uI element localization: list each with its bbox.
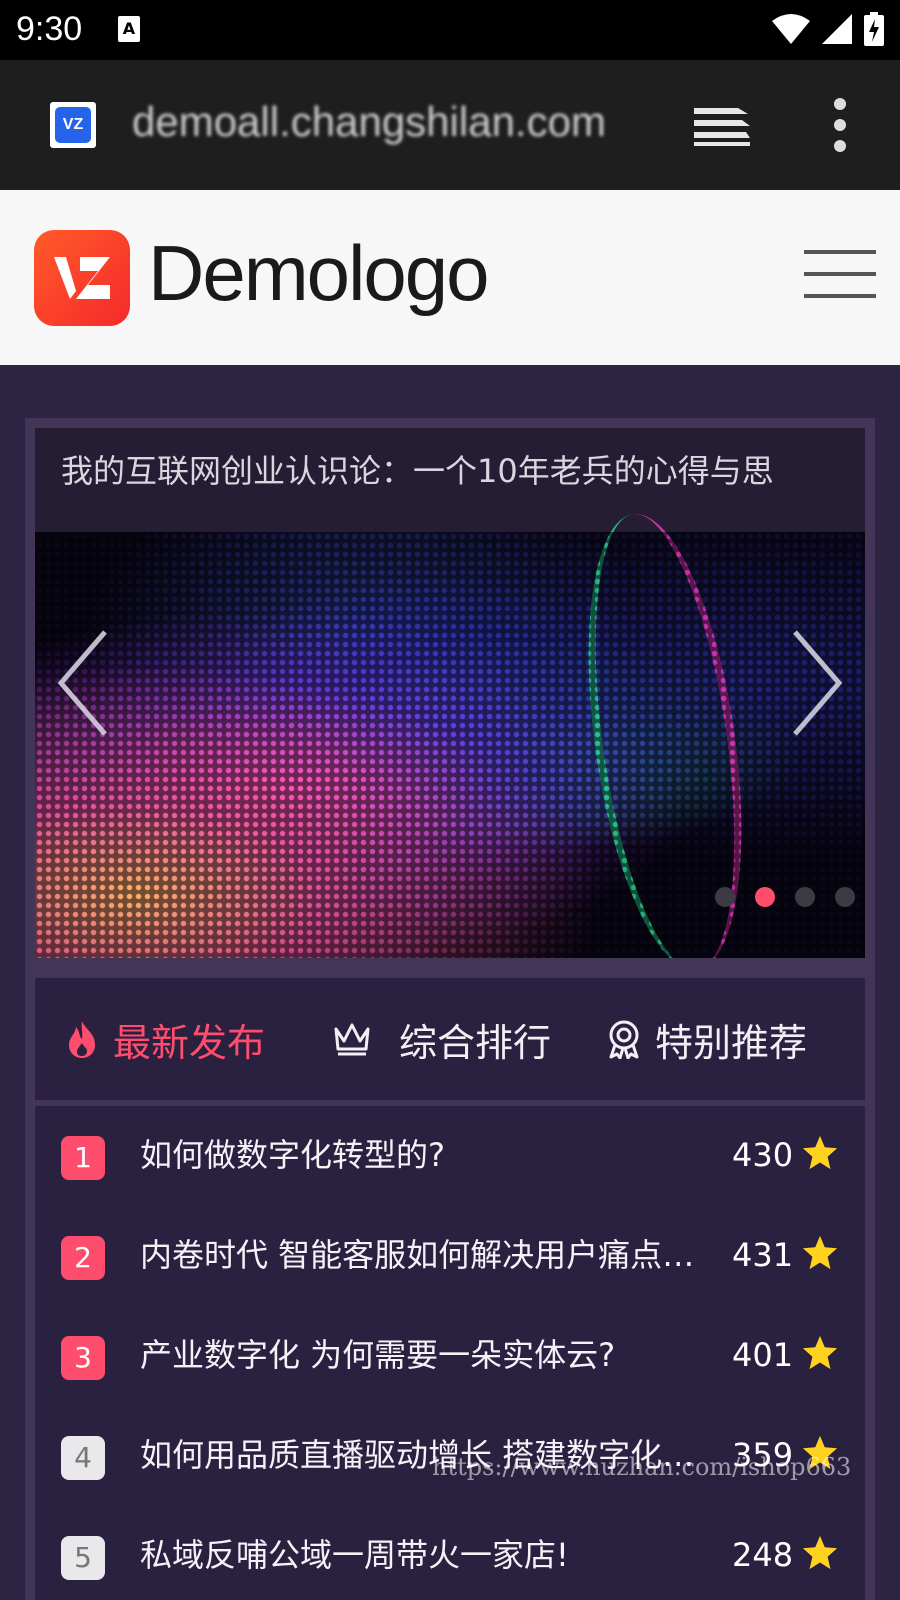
tab-label: 综合排行 (399, 1020, 552, 1065)
star-icon (802, 1135, 838, 1170)
star-icon (802, 1535, 838, 1570)
article-score: 248 (732, 1536, 794, 1574)
star-icon (802, 1235, 838, 1270)
rank-badge: 2 (61, 1236, 105, 1280)
star-icon (802, 1335, 838, 1370)
article-title[interactable]: 私域反哺公域一周带火一家店! (140, 1530, 725, 1576)
article-title[interactable]: 内卷时代 智能客服如何解决用户痛点与商家难点? (140, 1230, 725, 1276)
list-item[interactable]: 5 私域反哺公域一周带火一家店! 248 (35, 1506, 865, 1600)
notification-icon: A (118, 16, 140, 42)
tabs-stack-icon[interactable] (690, 100, 752, 150)
tab-label: 最新发布 (113, 1020, 266, 1065)
crown-icon (331, 1018, 373, 1060)
rank-badge: 4 (61, 1436, 105, 1480)
status-bar: 9:30 A (0, 0, 900, 60)
list-item[interactable]: 3 产业数字化 为何需要一朵实体云? 401 (35, 1306, 865, 1406)
watermark: https://www.huzhan.com/ishop663 (432, 1453, 852, 1481)
rank-badge: 3 (61, 1336, 105, 1380)
article-title[interactable]: 如何做数字化转型的? (140, 1130, 725, 1176)
carousel-title[interactable]: 我的互联网创业认识论：一个10年老兵的心得与思 (61, 446, 861, 492)
list-item[interactable]: 1 如何做数字化转型的? 430 (35, 1106, 865, 1206)
carousel-dot-active[interactable] (755, 887, 775, 907)
tab-recommend[interactable]: 特别推荐 (603, 978, 807, 1100)
article-tabs: 最新发布 综合排行 特别推荐 (35, 978, 865, 1100)
chevron-left-icon[interactable] (53, 628, 113, 738)
flame-icon (61, 1018, 103, 1060)
rank-badge: 1 (61, 1136, 105, 1180)
hamburger-icon[interactable] (804, 250, 876, 300)
more-vert-icon[interactable] (830, 98, 850, 152)
list-item[interactable]: 2 内卷时代 智能客服如何解决用户痛点与商家难点? 431 (35, 1206, 865, 1306)
status-time: 9:30 (16, 10, 83, 48)
carousel-dot[interactable] (715, 887, 735, 907)
carousel-dot[interactable] (835, 887, 855, 907)
article-title[interactable]: 产业数字化 为何需要一朵实体云? (140, 1330, 725, 1376)
article-list: 1 如何做数字化转型的? 430 2 内卷时代 智能客服如何解决用户痛点与商家难… (35, 1106, 865, 1600)
carousel-title-bar: 我的互联网创业认识论：一个10年老兵的心得与思 (35, 428, 865, 532)
rank-badge: 5 (61, 1536, 105, 1580)
site-header: Demologo (0, 190, 900, 365)
url-bar[interactable]: demoall.changshilan.com (132, 98, 637, 146)
article-score: 431 (732, 1236, 794, 1274)
wifi-icon (772, 14, 810, 44)
carousel-dot[interactable] (795, 887, 815, 907)
chevron-right-icon[interactable] (787, 628, 847, 738)
tab-ranking[interactable]: 综合排行 (331, 978, 551, 1100)
signal-icon (822, 14, 852, 44)
battery-icon (864, 12, 884, 46)
browser-bar: VZ demoall.changshilan.com (0, 60, 900, 190)
carousel[interactable]: 我的互联网创业认识论：一个10年老兵的心得与思 (35, 428, 865, 958)
tab-latest[interactable]: 最新发布 (61, 978, 265, 1100)
tab-label: 特别推荐 (655, 1020, 808, 1065)
award-icon (603, 1018, 645, 1060)
logo-mark-icon[interactable] (34, 230, 130, 326)
logo-text[interactable]: Demologo (148, 228, 490, 319)
site-favicon-icon: VZ (50, 102, 96, 148)
carousel-dots (715, 887, 855, 907)
article-score: 430 (732, 1136, 794, 1174)
status-icons (772, 12, 884, 46)
article-score: 401 (732, 1336, 794, 1374)
